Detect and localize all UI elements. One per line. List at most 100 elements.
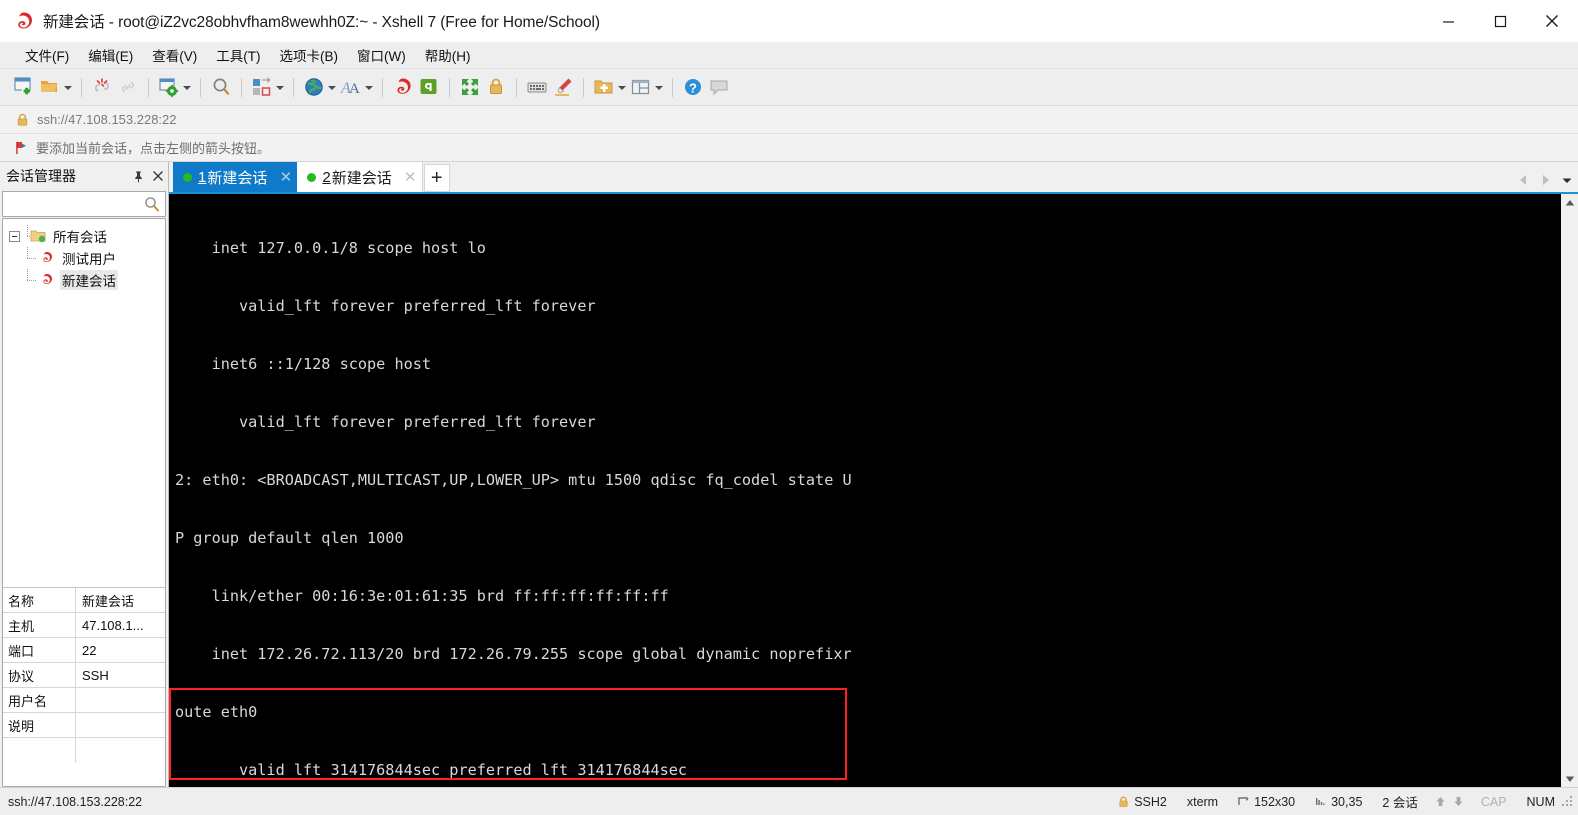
terminal-line: inet 172.26.72.113/20 brd 172.26.79.255 … — [175, 644, 852, 663]
search-input[interactable] — [3, 193, 143, 215]
tree-item-test-user[interactable]: 测试用户 — [3, 247, 165, 269]
tab-label: 新建会话 — [331, 169, 392, 187]
globe-button[interactable] — [301, 73, 338, 101]
menu-window[interactable]: 窗口(W) — [348, 42, 415, 68]
status-size-label: 152x30 — [1254, 794, 1296, 809]
tab-close-icon[interactable]: ✕ — [404, 168, 417, 186]
fullscreen-icon — [457, 74, 483, 100]
property-value: 新建会话 — [82, 593, 135, 609]
property-value — [76, 688, 165, 712]
terminal-area: 1 新建会话 ✕ 2 新建会话 ✕ + inet 127.0.0.1/8 sco… — [169, 162, 1578, 787]
maximize-button[interactable] — [1474, 0, 1526, 42]
file-transfer-button[interactable] — [249, 73, 286, 101]
font-caret[interactable] — [363, 74, 374, 100]
pin-icon[interactable] — [128, 166, 148, 186]
globe-icon — [301, 74, 327, 100]
tab-close-icon[interactable]: ✕ — [279, 168, 293, 186]
toolbar-separator — [516, 77, 517, 97]
add-folder-caret[interactable] — [616, 74, 627, 100]
property-key: 用户名 — [3, 688, 76, 712]
disconnect-button[interactable] — [89, 73, 115, 101]
status-url: ssh://47.108.153.228:22 — [8, 794, 143, 809]
status-sessions: 2 会话 — [1382, 796, 1418, 810]
tree-item-new-session[interactable]: 新建会话 — [3, 269, 165, 291]
session-search-box[interactable] — [2, 191, 166, 217]
terminal-line: P group default qlen 1000 — [175, 528, 404, 547]
tab-bar: 1 新建会话 ✕ 2 新建会话 ✕ + — [169, 162, 1578, 192]
status-cursor-label: 30,35 — [1331, 794, 1363, 809]
scroll-up-button[interactable] — [1561, 194, 1578, 211]
triangle-right-icon[interactable] — [1536, 171, 1554, 189]
menu-tools[interactable]: 工具(T) — [207, 42, 269, 68]
globe-caret[interactable] — [326, 74, 337, 100]
open-session-caret[interactable] — [62, 74, 73, 100]
close-icon[interactable] — [148, 166, 168, 186]
tab-session-2[interactable]: 2 新建会话 ✕ — [297, 162, 423, 192]
help-button[interactable]: ? — [680, 73, 706, 101]
scroll-down-button[interactable] — [1561, 770, 1578, 787]
main-body: 会话管理器 所有会话 测试用户 新建会话 名称 新建会话 主机 47.108.1… — [0, 162, 1578, 787]
terminal-line: valid_lft forever preferred_lft forever — [175, 412, 596, 431]
search-icon[interactable] — [143, 195, 161, 213]
menu-help[interactable]: 帮助(H) — [416, 42, 480, 68]
highlight-button[interactable] — [550, 73, 576, 101]
terminal-line: oute eth0 — [175, 702, 258, 721]
menu-tabs[interactable]: 选项卡(B) — [271, 42, 348, 68]
xftp-icon — [416, 74, 442, 100]
xshell-button[interactable] — [390, 73, 416, 101]
new-session-icon — [11, 74, 37, 100]
open-session-button[interactable] — [37, 73, 74, 101]
highlight-icon — [550, 74, 576, 100]
font-button[interactable]: A A — [338, 73, 375, 101]
property-key: 名称 — [3, 588, 76, 612]
menu-view[interactable]: 查看(V) — [143, 42, 206, 68]
status-cap: CAP — [1480, 794, 1507, 809]
property-key: 说明 — [3, 713, 76, 737]
address-bar[interactable]: ssh://47.108.153.228:22 — [0, 106, 1578, 134]
minimize-button[interactable] — [1422, 0, 1474, 42]
terminal-screen[interactable]: inet 127.0.0.1/8 scope host lo valid_lft… — [169, 192, 1561, 787]
tab-status-dot — [183, 172, 192, 182]
scrollbar-track[interactable] — [1561, 211, 1578, 770]
tab-status-dot — [307, 172, 317, 182]
new-session-button[interactable] — [11, 73, 37, 101]
layout-button[interactable] — [628, 73, 665, 101]
property-row: 协议 SSH — [3, 663, 165, 688]
layout-caret[interactable] — [653, 74, 664, 100]
new-tab-button[interactable]: + — [423, 164, 450, 192]
tab-session-1[interactable]: 1 新建会话 ✕ — [173, 162, 298, 192]
status-protocol-label: SSH2 — [1134, 794, 1167, 809]
status-bar: ssh://47.108.153.228:22 SSH2 xterm 152x3… — [0, 787, 1578, 815]
session-properties-button[interactable] — [156, 73, 193, 101]
svg-text:?: ? — [689, 81, 697, 96]
triangle-left-icon[interactable] — [1514, 171, 1532, 189]
reconnect-button[interactable] — [115, 73, 141, 101]
comment-button[interactable] — [706, 73, 732, 101]
terminal-line: valid_lft forever preferred_lft forever — [175, 296, 596, 315]
xftp-button[interactable] — [416, 73, 442, 101]
terminal-scrollbar[interactable] — [1561, 192, 1578, 787]
window-controls — [1422, 0, 1578, 42]
keyboard-button[interactable] — [524, 73, 550, 101]
menu-bar: 文件(F) 编辑(E) 查看(V) 工具(T) 选项卡(B) 窗口(W) 帮助(… — [0, 42, 1578, 69]
resize-grip[interactable] — [1561, 795, 1575, 809]
info-message: 要添加当前会话，点击左侧的箭头按钮。 — [36, 141, 271, 156]
terminal-line: link/ether 00:16:3e:01:61:35 brd ff:ff:f… — [175, 586, 669, 605]
xshell-icon — [390, 74, 416, 100]
fullscreen-button[interactable] — [457, 73, 483, 101]
chevron-down-icon[interactable] — [1558, 171, 1576, 189]
find-button[interactable] — [208, 73, 234, 101]
close-button[interactable] — [1526, 0, 1578, 42]
session-tree[interactable]: 所有会话 测试用户 新建会话 — [2, 218, 166, 587]
menu-edit[interactable]: 编辑(E) — [79, 42, 142, 68]
file-transfer-caret[interactable] — [274, 74, 285, 100]
lock-button[interactable] — [483, 73, 509, 101]
property-row: 说明 — [3, 713, 165, 738]
session-properties-caret[interactable] — [181, 74, 192, 100]
collapse-icon[interactable] — [9, 230, 20, 242]
menu-file[interactable]: 文件(F) — [16, 42, 78, 68]
add-folder-button[interactable] — [591, 73, 628, 101]
tree-item-all-sessions[interactable]: 所有会话 — [3, 225, 165, 247]
terminal-line: valid_lft 314176844sec preferred_lft 314… — [175, 760, 688, 779]
session-icon — [39, 272, 55, 288]
